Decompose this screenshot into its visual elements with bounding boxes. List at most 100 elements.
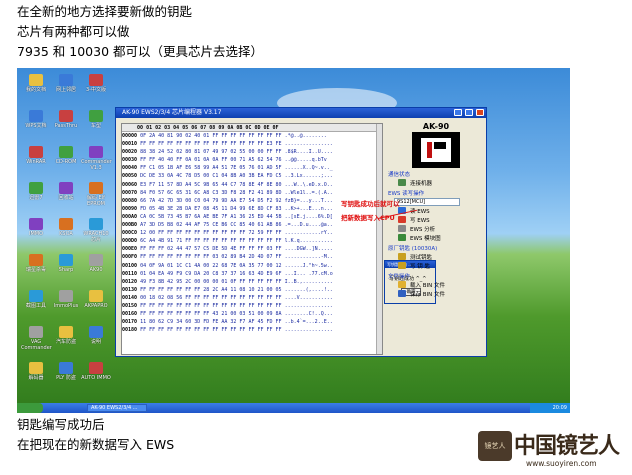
hex-row-ascii: .=...D.u....@a.. (284, 222, 333, 229)
connect-button[interactable]: 连接机器 (398, 178, 484, 187)
desktop-icon-label: 我的文档 (25, 87, 46, 93)
desktop-icon[interactable]: 迅雷7 (21, 182, 51, 201)
app-icon (89, 254, 103, 266)
hex-row[interactable]: 000D0 6C A4 4B 91 71 FF FF FF FF FF FF F… (122, 237, 382, 245)
chip-select[interactable]: 9S12[MCU] (394, 198, 460, 206)
desktop-icon[interactable]: Commander V1.3 (81, 146, 112, 171)
desktop-icon[interactable]: WinRAR (21, 146, 51, 165)
desktop-icon[interactable]: 解码器 (21, 362, 51, 381)
hex-row[interactable]: 00180 FF FF FF FF FF FF FF FF FF FF FF F… (122, 326, 382, 334)
hex-row[interactable]: 00050 DC DE 33 0A 4C 78 D5 00 C1 04 8B A… (122, 172, 382, 180)
desktop-icon-label: 回收站 (58, 195, 74, 201)
analyze-ews-button[interactable]: EWS 分析 (398, 224, 484, 233)
load-bin-button[interactable]: 载入 BIN 文件 (398, 280, 484, 289)
hex-row-ascii: ....V........... (284, 294, 333, 301)
save-bin-button[interactable]: 保存 BIN 文件 (398, 289, 484, 298)
hex-row[interactable]: 000C0 12 00 FF FF FF FF FF FF FF FF FF F… (122, 229, 382, 237)
hex-row[interactable]: 00170 11 80 62 C9 34 60 3D FD FE AA 32 F… (122, 318, 382, 326)
hex-row[interactable]: 000F0 FF FF FF FF FF FF FF FF 03 02 89 B… (122, 253, 382, 261)
hex-row[interactable]: 00070 84 F0 57 6C 65 31 6C A8 C3 3D F8 2… (122, 189, 382, 197)
watermark-title: 中国镜艺人 (514, 433, 620, 459)
hex-row[interactable]: 00120 49 F3 8B 42 95 2C 00 00 00 01 0F F… (122, 278, 382, 286)
desktop-icon[interactable]: 解码 Elf EPROM (81, 182, 111, 207)
desktop-icon[interactable]: ImmoPlus (51, 290, 81, 309)
minimize-button[interactable] (454, 109, 463, 116)
hex-row-ascii: ....DGW..]N..... (284, 246, 333, 253)
hex-row-bytes: 0F 2A 40 81 90 02 40 01 FF FF FF FF FF F… (140, 133, 282, 139)
hex-scrollbar[interactable] (376, 124, 382, 354)
desktop-icon[interactable]: IMMO (21, 218, 51, 237)
hex-row-address: 00050 (122, 173, 138, 180)
app-icon (59, 146, 73, 158)
app-titlebar: AK-90 EWS2/3/4 芯片编程器 V3.17 (116, 108, 486, 118)
app-icon (29, 182, 43, 194)
hex-row-ascii: ..Wle1l..=.(.A.. (284, 189, 333, 196)
usb-icon (398, 179, 406, 186)
start-button[interactable] (17, 403, 43, 413)
desktop-icon[interactable]: 我的文档 (21, 74, 51, 93)
logo-title: AK-90 (422, 122, 450, 131)
desktop-icon-label: 截图工具 (25, 303, 46, 309)
hex-row-ascii: l.K.q........... (284, 238, 333, 245)
desktop-icon[interactable]: 截图工具 (21, 290, 51, 309)
close-button[interactable] (476, 109, 484, 116)
desktop-icon[interactable]: PLY 防盗 (51, 362, 81, 381)
hex-row-bytes: FF FF FF FF FF FF FF FF FF FF FF FF FF F… (140, 302, 282, 309)
hex-row[interactable]: 00100 04 0F 9A 01 1C C1 4A 00 22 68 7E 0… (122, 262, 382, 270)
hex-row[interactable]: 00160 FF FF FF FF FF FF FF FF 43 21 00 0… (122, 310, 382, 318)
hex-row-address: 00010 (122, 141, 138, 148)
key-icon (398, 262, 406, 269)
clock: 20:09 (530, 403, 570, 413)
hex-row-address: 00000 (122, 133, 138, 139)
hex-row[interactable]: 00020 88 38 24 52 02 80 81 07 49 97 02 5… (122, 148, 382, 156)
hex-row[interactable]: 00110 01 04 EA 49 F9 C9 DA 20 C8 37 37 1… (122, 270, 382, 278)
desktop-icon[interactable]: KSOA (51, 218, 81, 237)
app-icon (29, 146, 43, 158)
desktop-icon[interactable]: 汽车防盗 (51, 326, 81, 345)
desktop-icon[interactable]: 3-中文版 (81, 74, 111, 93)
hex-row[interactable]: 00140 00 18 02 08 56 FF FF FF FF FF FF F… (122, 294, 382, 302)
app-icon (59, 218, 73, 230)
taskbar-item[interactable]: AK-90 EWS2/3/4 ... (87, 404, 147, 412)
hex-row[interactable]: 000B0 A7 3D D5 B8 02 44 AF 75 CE B6 CC 8… (122, 221, 382, 229)
desktop-icon[interactable]: Sharp (51, 254, 81, 273)
hex-row[interactable]: 00060 E3 F7 11 57 8D A4 5C 9B 65 44 C7 7… (122, 181, 382, 189)
desktop-icon[interactable]: 回收站 (51, 182, 81, 201)
hex-row[interactable]: 000E0 FF FF FF 02 44 47 57 C5 DE 5D 4E F… (122, 245, 382, 253)
desktop-icon-label: VAG Commander (21, 339, 52, 351)
app-icon (29, 290, 43, 302)
desktop-icon[interactable]: VAG Commander (21, 326, 52, 351)
desktop-icon-label: PLY 防盗 (56, 375, 76, 381)
hex-row-ascii: ................ (284, 302, 333, 309)
desktop-icon[interactable]: 说明 (81, 326, 111, 345)
test-key-button[interactable]: 测试钥匙 (398, 252, 484, 261)
desktop-icon[interactable]: WRACH10 芯片 (81, 218, 111, 243)
desktop-icon[interactable]: 网上邻居 (51, 74, 81, 93)
hex-row[interactable]: 00030 FF FF 40 40 FF 0A 01 0A 0A FF 00 7… (122, 156, 382, 164)
ews-module-button[interactable]: EWS 模块图 (398, 233, 484, 242)
desktop-icon[interactable]: AKPAPRO (81, 290, 111, 309)
desktop-icon[interactable]: AK90 (81, 254, 111, 273)
maximize-button[interactable] (465, 109, 474, 116)
caption-line1: 在全新的地方选择要新做的钥匙 (17, 4, 193, 19)
desktop-icon[interactable]: 车型 (81, 110, 111, 129)
hex-row-address: 00040 (122, 165, 138, 172)
hex-row-bytes: DC DE 33 0A 4C 78 D5 00 C1 04 8B A0 3B E… (140, 173, 282, 180)
desktop-icon[interactable]: CD-ROM (51, 146, 81, 165)
desktop-icon[interactable]: 瑞星杀毒 (21, 254, 51, 273)
hex-row[interactable]: 00000 0F 2A 40 81 90 02 40 01 FF FF FF F… (122, 132, 382, 140)
desktop-icon[interactable]: AUTO IMMO (81, 362, 111, 381)
hex-row[interactable]: 00150 FF FF FF FF FF FF FF FF FF FF FF F… (122, 302, 382, 310)
hex-row[interactable]: 00130 FF FF FF FF FF FF FF 28 2C A4 11 0… (122, 286, 382, 294)
caption-line2: 芯片有两种都可以做 (17, 24, 130, 39)
hex-editor[interactable]: 00 01 02 03 04 05 06 07 08 09 0A 0B 0C 0… (121, 123, 383, 355)
hex-row[interactable]: 00010 FF FF FF FF FF FF FF FF FF FF FF F… (122, 140, 382, 148)
write-key-button[interactable]: 写 钥 匙 (398, 261, 484, 270)
hex-row-ascii: ......J."h~.5w.. (284, 262, 333, 269)
hex-row-ascii: fzB}=...y...T... (284, 197, 333, 204)
hex-row[interactable]: 00040 FF C1 05 1B AF E6 58 99 A4 51 7E 0… (122, 164, 382, 172)
desktop-icon[interactable]: WPS文档 (21, 110, 51, 129)
write-ews-button[interactable]: 写 EWS (398, 215, 484, 224)
hex-row-ascii: ................ (284, 141, 333, 148)
desktop-icon[interactable]: PassThru (51, 110, 81, 129)
